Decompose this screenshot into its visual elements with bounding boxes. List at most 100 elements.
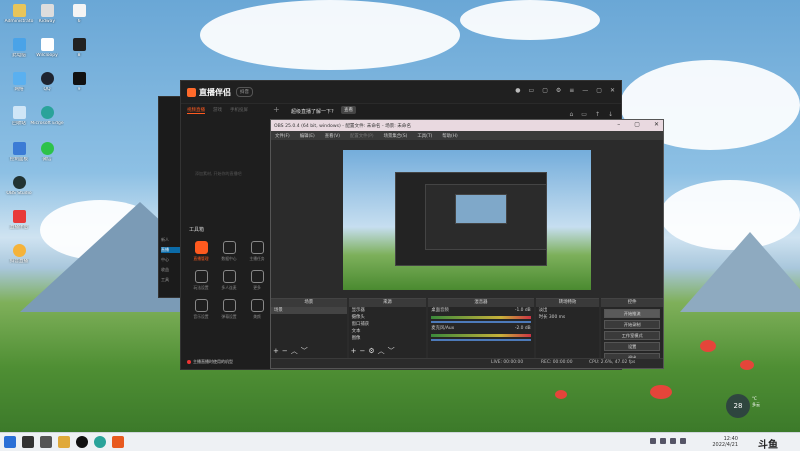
tool-tasks[interactable]: 主播任务 [243,241,271,262]
wallpaper-flower [700,340,716,352]
tool-danmaku[interactable]: 弹幕设置 [215,299,243,320]
tab-game[interactable]: 游戏 [213,107,222,114]
duration-input[interactable]: 300 ms [549,315,565,320]
down-icon[interactable]: ↓ [608,111,613,118]
desktop-icon-file[interactable]: 9 [62,72,96,92]
rec-time: REC: 00:00:00 [541,360,573,365]
tool-data-center[interactable]: 数据中心 [215,241,243,262]
tool-more[interactable]: 更多 [243,270,271,291]
settings-icon[interactable]: ⚙ [556,87,561,94]
search-icon[interactable] [22,436,34,448]
side-item[interactable]: 中心 [161,257,181,263]
start-recording-button[interactable]: 开始录制 [604,320,660,329]
tool-play-settings[interactable]: 玩法设置 [187,270,215,291]
clock[interactable]: 12:40 2022/4/21 [712,436,738,448]
menu-tools[interactable]: 工具(T) [417,133,432,139]
lock-icon[interactable]: ⌂ [569,111,573,118]
file-explorer-icon[interactable] [58,436,70,448]
desktop-icon-obs[interactable]: OBS Studio [2,176,36,196]
tab-mobile-cast[interactable]: 手机投屏 [230,107,248,114]
tab-video-live[interactable]: 视频直播 [187,107,205,114]
promo-view-button[interactable]: 查看 [341,106,356,114]
close-icon[interactable]: ✕ [654,121,659,128]
source-item[interactable]: 摄像头 [349,314,427,321]
tool-music[interactable]: 音乐设置 [187,299,215,320]
promo-hint: 超级直播了解一下? [291,109,334,115]
menu-help[interactable]: 帮助(H) [442,133,458,139]
desktop-icon-label: Microsoft Edge [30,121,64,126]
desktop-icon-app[interactable]: Wilcloopy [30,38,64,58]
tray-network-icon[interactable] [660,438,666,444]
weather-widget[interactable]: 28 [726,394,750,418]
shirt-icon[interactable]: ▢ [542,87,548,94]
transition-select[interactable]: 淡出 [536,307,600,314]
start-streaming-button[interactable]: 开始推流 [604,309,660,318]
menu-scene-collection[interactable]: 场景集合(S) [384,133,408,139]
desktop-icon-zbbl[interactable]: 直播伴侣 [2,210,36,230]
scene-item[interactable]: 场景 [271,307,347,314]
obs-taskbar-icon[interactable] [76,436,88,448]
desktop-icon-douyin[interactable]: 抖音直播 [2,244,36,264]
source-item[interactable]: 图像 [349,335,427,342]
music-icon [194,299,208,312]
maximize-icon[interactable]: ▢ [596,87,602,94]
message-icon[interactable]: ▭ [529,87,535,94]
wallpaper-cloud [200,0,460,70]
close-icon[interactable]: ✕ [610,87,615,94]
studio-mode-button[interactable]: 工作室模式 [604,331,660,340]
minimize-icon[interactable]: — [582,87,588,94]
edge-taskbar-icon[interactable] [94,436,106,448]
start-icon[interactable] [4,436,16,448]
tray-ime-icon[interactable] [680,438,686,444]
side-item[interactable]: 直播 [161,247,181,253]
source-item[interactable]: 窗口捕获 [349,321,427,328]
control-panel-icon [12,142,26,155]
zb-logo-icon [187,87,196,97]
live-companion-taskbar-icon[interactable] [112,436,124,448]
weather-side: °C 多云 [752,396,760,408]
volume-slider[interactable] [431,321,531,323]
menu-file[interactable]: 文件(F) [275,133,290,139]
obs-window: OBS 25.0.4 (64 bit, windows) - 配置文件: 未命名… [270,119,664,369]
up-icon[interactable]: ↑ [595,111,600,118]
desktop-icon-edge[interactable]: Microsoft Edge [30,106,64,126]
delete-icon[interactable]: ▭ [581,111,587,118]
side-item[interactable]: 收益 [161,267,181,273]
desktop-icon-app[interactable]: Kidway [30,4,64,24]
source-item[interactable]: 文本 [349,328,427,335]
obs-preview-screen[interactable] [343,150,591,290]
penguin-icon [40,72,54,85]
clock-date: 2022/4/21 [712,442,738,448]
menu-icon[interactable]: ≡ [569,87,574,94]
zb-version-badge[interactable]: 抖音 [236,87,253,97]
tool-multi-mic[interactable]: 多人连麦 [215,270,243,291]
avatar[interactable]: ● [515,87,520,94]
menu-view[interactable]: 查看(V) [325,133,340,139]
volume-slider[interactable] [431,339,531,341]
settings-button[interactable]: 设置 [604,342,660,351]
tool-live-manage[interactable]: 直播管理 [187,241,215,262]
menu-edit[interactable]: 编辑(E) [300,133,315,139]
track-db: -2.0 dB [514,326,531,331]
menu-profile[interactable]: 配置文件(P) [350,133,374,139]
side-item[interactable]: 工具 [161,277,181,283]
app-icon [40,38,54,51]
desktop-icon-file[interactable]: 8 [62,38,96,58]
maximize-icon[interactable]: ▢ [634,121,640,128]
zb-footer: 主播直播时使用的机型 [187,359,233,365]
task-view-icon[interactable] [40,436,52,448]
source-toolbar[interactable]: +−⚙︿﹀ [351,346,398,356]
add-scene-icon[interactable]: + [273,105,280,114]
scene-toolbar[interactable]: +−︿﹀ [273,346,311,356]
wallpaper-mountain [680,232,800,312]
desktop-icon-wechat[interactable]: 微信 [30,142,64,162]
source-item[interactable]: 显示器 [349,307,427,314]
tool-beauty[interactable]: 美颜 [243,299,271,320]
desktop-icon-qq[interactable]: QQ [30,72,64,92]
desktop-icon-file[interactable]: 6 [62,4,96,24]
minimize-icon[interactable]: – [617,121,620,128]
tray-volume-icon[interactable] [670,438,676,444]
live-manage-icon [194,241,208,254]
tray-arrow-icon[interactable] [650,438,656,444]
side-item[interactable]: 新人 [161,237,181,243]
